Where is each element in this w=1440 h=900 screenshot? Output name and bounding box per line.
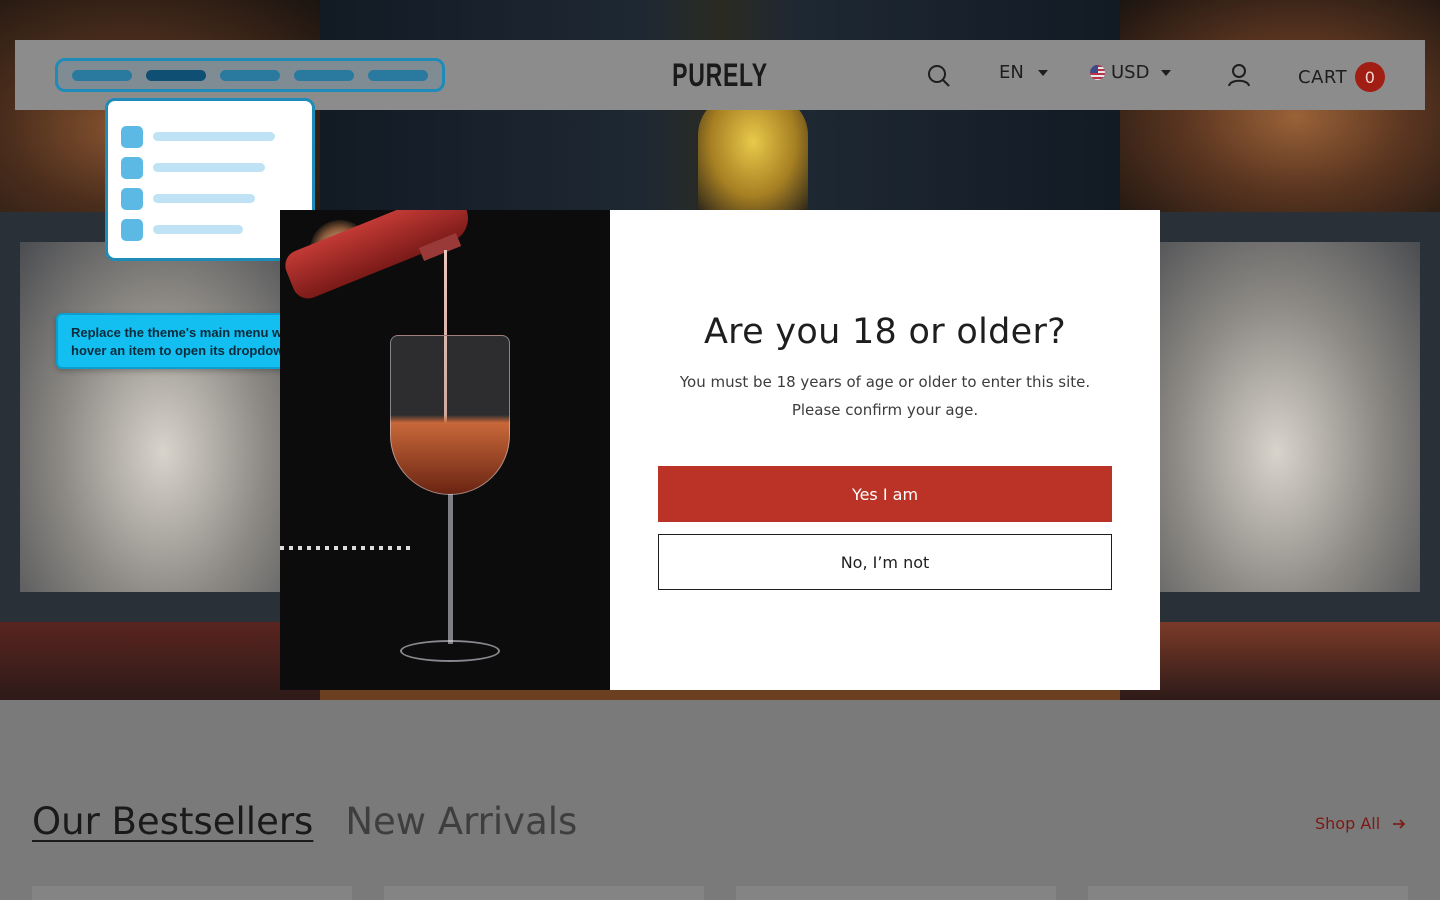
menu-item-2[interactable] xyxy=(146,69,206,81)
language-selector[interactable]: EN xyxy=(999,62,1048,83)
dropdown-item-line xyxy=(153,163,265,172)
chevron-down-icon xyxy=(1037,69,1048,76)
hero-image-bottom-left xyxy=(0,622,320,700)
menu-item-5[interactable] xyxy=(368,69,428,81)
cart-count-badge: 0 xyxy=(1355,62,1386,92)
modal-text-line-2: Please confirm your age. xyxy=(791,401,979,419)
dropdown-item-icon xyxy=(121,125,143,148)
modal-title: Are you 18 or older? xyxy=(703,312,1067,352)
dropdown-item-line xyxy=(153,132,275,141)
dropdown-item-line xyxy=(153,225,243,234)
menu-item-1[interactable] xyxy=(72,69,132,81)
tab-new-arrivals[interactable]: New Arrivals xyxy=(345,800,577,843)
menu-item-3[interactable] xyxy=(220,69,280,81)
age-verification-modal: Are you 18 or older? You must be 18 year… xyxy=(610,210,1160,690)
tab-our-bestsellers[interactable]: Our Bestsellers xyxy=(32,800,313,843)
currency-selector[interactable]: USD xyxy=(1090,62,1172,83)
dropdown-item-icon xyxy=(121,218,143,241)
chevron-down-icon xyxy=(1161,69,1172,76)
hero-image-wine-glass-right xyxy=(1140,212,1440,622)
collection-tabs: Our Bestsellers New Arrivals xyxy=(32,800,577,843)
us-flag-icon xyxy=(1090,65,1105,80)
modal-text-line-1: You must be 18 years of age or older to … xyxy=(679,373,1091,391)
confirm-age-button[interactable]: Yes I am xyxy=(658,466,1112,522)
hero-image-bottom-center xyxy=(320,690,1120,700)
store-logo[interactable]: PURELY xyxy=(667,57,772,94)
hero-image-bottom-right xyxy=(1120,622,1440,700)
dropdown-item-line xyxy=(153,194,255,203)
shop-all-link[interactable]: Shop All xyxy=(1315,814,1406,833)
cart-label: CART xyxy=(1298,66,1348,88)
product-card[interactable] xyxy=(1088,886,1408,900)
search-icon[interactable] xyxy=(925,62,953,90)
menu-item-4[interactable] xyxy=(294,69,354,81)
dropdown-item-icon xyxy=(121,187,143,210)
cart-button[interactable]: CART 0 xyxy=(1298,62,1386,92)
deny-age-button[interactable]: No, I’m not xyxy=(658,534,1112,590)
hero-image-wine-glass-left xyxy=(0,212,300,622)
product-card[interactable] xyxy=(384,886,704,900)
product-card[interactable] xyxy=(736,886,1056,900)
navi-main-menu[interactable] xyxy=(55,58,445,92)
age-modal-image xyxy=(280,210,610,690)
product-grid xyxy=(32,886,1408,900)
product-card[interactable] xyxy=(32,886,352,900)
shop-all-label: Shop All xyxy=(1315,814,1381,833)
arrow-right-icon xyxy=(1393,818,1406,829)
dropdown-item-icon xyxy=(121,156,143,179)
currency-label: USD xyxy=(1111,62,1150,83)
language-label: EN xyxy=(999,62,1024,83)
account-icon[interactable] xyxy=(1226,62,1252,88)
